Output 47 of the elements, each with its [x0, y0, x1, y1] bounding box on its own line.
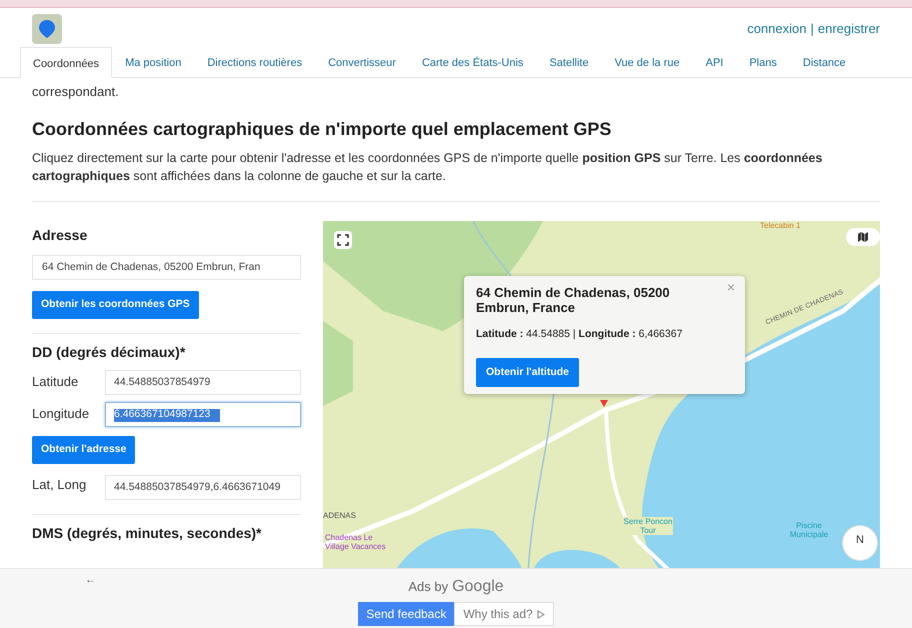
map-label: Piscine Municipale: [788, 520, 830, 538]
why-this-ad-button[interactable]: Why this ad?: [454, 602, 554, 626]
field-label: Latitude: [32, 373, 80, 392]
popup-coordinates: Latitude : 44.54885 | Longitude : 6,466367: [476, 326, 684, 342]
send-feedback-button[interactable]: Send feedback: [358, 602, 454, 626]
page-heading: Coordonnées cartographiques de n'importe quel emplacement GPS: [32, 118, 612, 141]
back-arrow[interactable]: ←: [85, 572, 96, 588]
google-text: Google: [452, 577, 504, 597]
nav-tab[interactable]: Vue de la rue: [602, 47, 693, 77]
nav-tab[interactable]: Ma position: [112, 47, 194, 77]
nav-tab[interactable]: Coordonnées: [20, 47, 112, 78]
field-label: Lat, Long: [32, 476, 88, 494]
address-field[interactable]: 64 Chemin de Chadenas, 05200 Embrun, Fran: [32, 254, 301, 280]
nav-tab[interactable]: Directions routières: [194, 47, 316, 77]
compass-letter: N: [856, 534, 864, 546]
nav-tab[interactable]: Convertisseur: [315, 47, 409, 77]
map-layers-icon[interactable]: [846, 228, 880, 246]
map-label: ADENAS: [323, 510, 356, 520]
popup-title: 64 Chemin de Chadenas, 05200 Embrun, France: [476, 284, 671, 314]
play-icon: [536, 610, 545, 618]
link-separator: |: [810, 20, 814, 38]
coordinate-field[interactable]: 44.54885037854979: [105, 370, 301, 394]
intro-text: correspondant.: [32, 83, 120, 101]
dd-heading: DD (degrés décimaux)*: [32, 342, 186, 362]
get-address-button[interactable]: Obtenir l'adresse: [32, 436, 136, 464]
field-label: Longitude: [32, 405, 90, 424]
ads-by-text: Ads by: [408, 578, 448, 596]
description-text: Cliquez directement sur la carte pour obtenir l'adresse et les coordonnées GPS de n'importe quelle position GPS sur Terre. Les coordonnées cartographiques sont affichées dans la colonne de gauche et sur la carte.: [32, 150, 824, 184]
map-label: Chadenas Le Village Vacances: [325, 532, 387, 550]
nav-tab[interactable]: Plans: [736, 47, 790, 77]
nav-tab[interactable]: API: [692, 47, 736, 77]
get-altitude-button[interactable]: Obtenir l'altitude: [476, 358, 580, 388]
nav-tab[interactable]: Satellite: [536, 47, 602, 77]
login-link[interactable]: connexion: [747, 19, 806, 38]
map-pin-icon: [600, 400, 608, 408]
map-label: Telecabin 1: [760, 220, 802, 230]
get-gps-button[interactable]: Obtenir les coordonnées GPS: [32, 290, 199, 318]
logo-icon: [32, 14, 62, 44]
dms-heading: DMS (degrés, minutes, secondes)*: [32, 524, 263, 543]
address-label: Adresse: [32, 226, 88, 244]
nav-tab[interactable]: Carte des États-Unis: [408, 47, 536, 77]
latlong-field[interactable]: 44.54885037854979,6.4663671049: [105, 474, 301, 500]
nav-tab[interactable]: Distance: [790, 47, 859, 77]
register-link[interactable]: enregistrer: [818, 19, 880, 38]
map-label: Serre Poncon Tour: [623, 516, 673, 534]
fullscreen-icon[interactable]: [334, 230, 352, 248]
coordinate-field[interactable]: 6.466367104987123: [105, 402, 301, 426]
